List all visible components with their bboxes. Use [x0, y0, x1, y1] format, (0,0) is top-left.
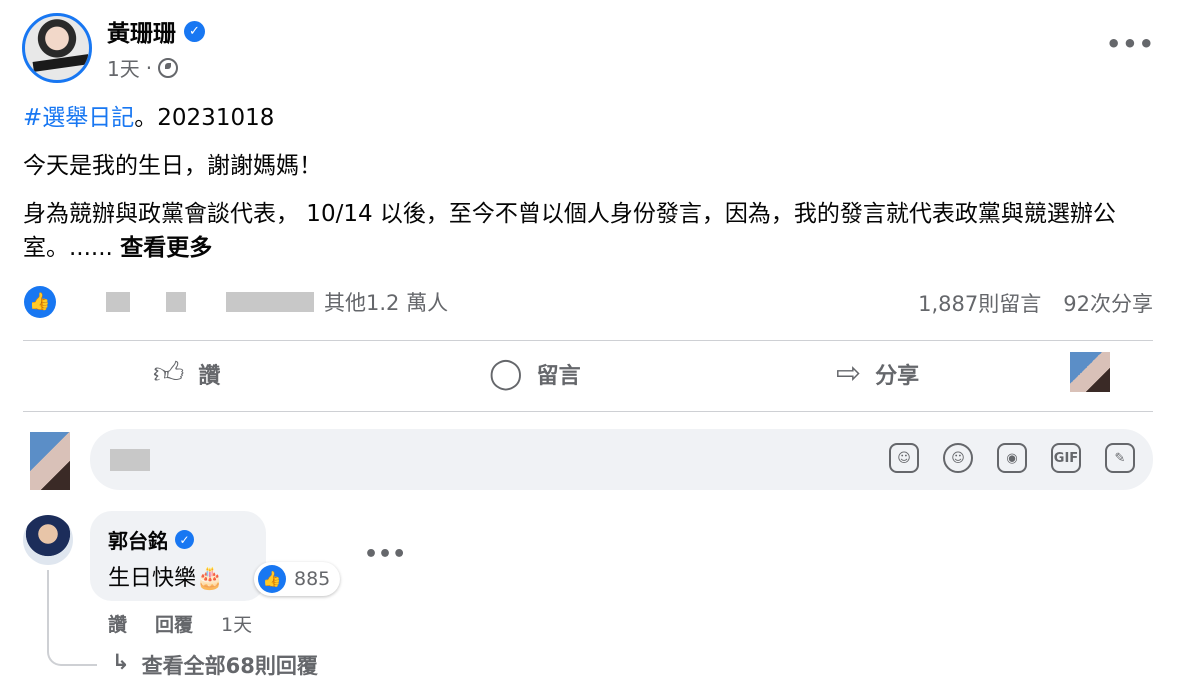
- divider: [23, 340, 1153, 341]
- comment-like-button[interactable]: 讚: [108, 610, 127, 637]
- see-more-link[interactable]: 查看更多: [120, 235, 212, 261]
- reply-arrow-icon: ↳: [112, 650, 130, 674]
- sticker-icon[interactable]: ✎: [1105, 443, 1135, 473]
- post-time[interactable]: 1天: [107, 53, 140, 82]
- camera-icon[interactable]: ◉: [997, 443, 1027, 473]
- engagement-counts: 1,887則留言 92次分享: [918, 288, 1153, 318]
- emoji-icon[interactable]: ☺: [943, 443, 973, 473]
- comment-actions: 讚 回覆 1天: [108, 610, 252, 637]
- comment-button[interactable]: ◯ 留言: [489, 356, 581, 391]
- speech-bubble-icon: ◯: [489, 356, 523, 391]
- post-line-2: 今天是我的生日，謝謝媽媽！: [23, 153, 322, 179]
- thread-connector: [47, 570, 97, 666]
- comment-reactions[interactable]: 👍 885: [254, 562, 341, 596]
- comment-label: 留言: [536, 363, 581, 389]
- comment-text: 生日快樂🎂: [108, 566, 224, 591]
- author-avatar[interactable]: [22, 13, 92, 83]
- verified-badge-icon: ✓: [184, 20, 205, 42]
- blurred-name: [226, 292, 314, 312]
- hashtag-link[interactable]: #選舉日記: [23, 105, 134, 131]
- commenter-name[interactable]: 郭台銘: [108, 525, 168, 554]
- reactions-summary[interactable]: 👍 其他1.2 萬人: [24, 286, 448, 318]
- view-replies-label: 查看全部68則回覆: [141, 654, 318, 678]
- comments-count[interactable]: 1,887則留言: [918, 288, 1041, 318]
- verified-badge-icon: ✓: [175, 530, 194, 549]
- avatar-sticker-icon[interactable]: ☺: [889, 443, 919, 473]
- comment-options-button[interactable]: •••: [364, 542, 406, 567]
- share-arrow-icon: ⇨: [836, 356, 862, 391]
- comment-like-count: 885: [294, 568, 331, 590]
- profile-switcher-avatar[interactable]: [1070, 352, 1110, 392]
- shares-count[interactable]: 92次分享: [1063, 288, 1153, 318]
- like-button[interactable]: 👍︎ 讚: [153, 356, 220, 392]
- like-label: 讚: [198, 364, 221, 389]
- author-name[interactable]: 黃珊珊: [107, 14, 176, 48]
- thumbs-up-icon: 👍: [24, 286, 56, 318]
- post-body: #選舉日記。20231018 今天是我的生日，謝謝媽媽！ 身為競辦與政黨會談代表…: [23, 101, 1163, 279]
- composer-icons: ☺ ☺ ◉ GIF ✎: [889, 443, 1135, 473]
- post-date: 。20231018: [134, 105, 275, 131]
- blurred-name: [166, 292, 186, 312]
- share-label: 分享: [875, 363, 920, 389]
- post-options-button[interactable]: •••: [1106, 30, 1155, 58]
- post-line-1: #選舉日記。20231018: [23, 101, 1163, 135]
- globe-icon: [158, 57, 179, 78]
- comment-bubble: 郭台銘 ✓ 生日快樂🎂: [90, 511, 266, 601]
- post-meta: 1天 ·: [107, 53, 179, 82]
- commenter-name-row: 郭台銘 ✓: [108, 525, 248, 554]
- thumbs-up-icon: 👍︎: [153, 356, 185, 391]
- share-button[interactable]: ⇨ 分享: [836, 356, 919, 391]
- gif-icon[interactable]: GIF: [1051, 443, 1081, 473]
- post-line-3: 身為競辦與政黨會談代表， 10/14 以後，至今不曾以個人身份發言，因為，我的發…: [23, 197, 1163, 265]
- viewer-avatar: [30, 432, 70, 490]
- comment-input[interactable]: ☺ ☺ ◉ GIF ✎: [90, 429, 1153, 490]
- commenter-avatar[interactable]: [23, 515, 73, 565]
- comment-time[interactable]: 1天: [221, 610, 252, 637]
- reactions-text[interactable]: 其他1.2 萬人: [324, 287, 448, 317]
- blurred-name: [106, 292, 130, 312]
- comment-reply-button[interactable]: 回覆: [155, 610, 193, 637]
- avatar-banner: [32, 54, 89, 72]
- view-replies-link[interactable]: ↳ 查看全部68則回覆: [112, 650, 318, 680]
- meta-separator: ·: [145, 55, 153, 80]
- post-author[interactable]: 黃珊珊 ✓: [107, 14, 205, 48]
- divider: [23, 411, 1153, 412]
- thumbs-up-icon: 👍: [258, 565, 286, 593]
- comment-placeholder: [110, 449, 150, 471]
